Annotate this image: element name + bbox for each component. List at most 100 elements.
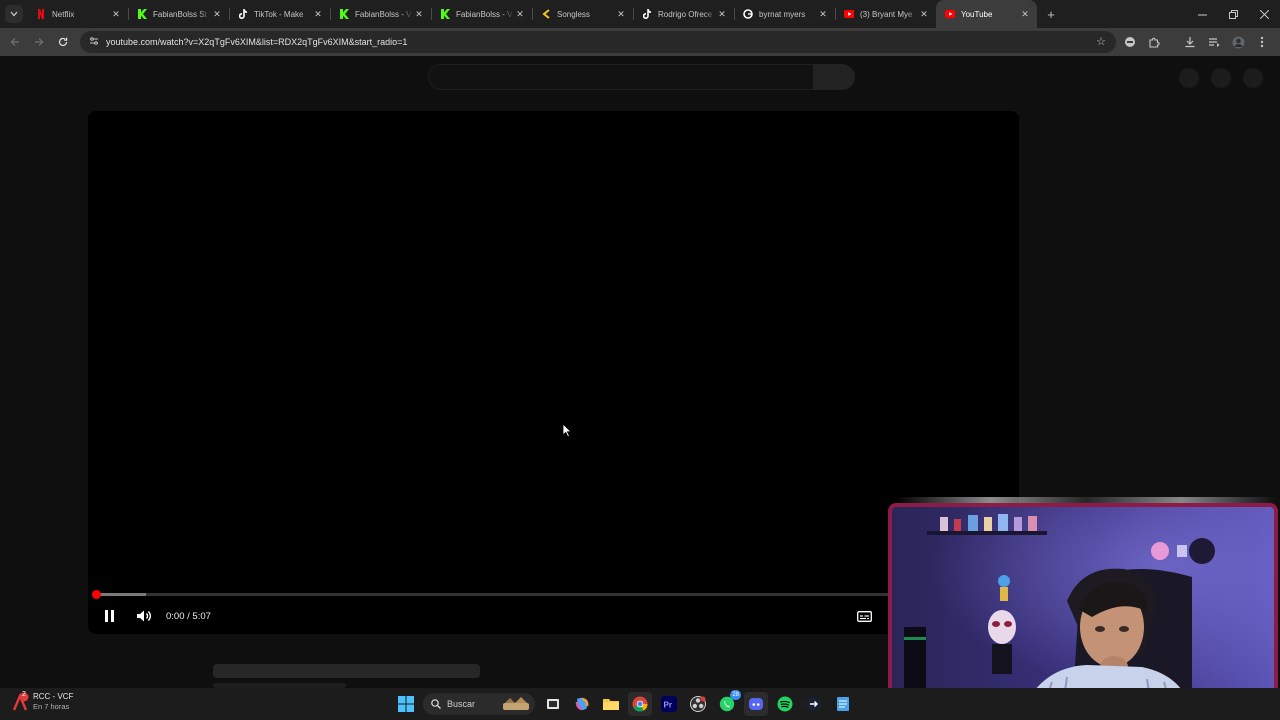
browser-tab[interactable]: (3) Bryant Mye ✕	[835, 0, 936, 28]
taskbar-search[interactable]: Buscar	[423, 693, 535, 715]
tab-close-icon[interactable]: ✕	[918, 9, 930, 20]
browser-tab[interactable]: Netflix ✕	[27, 0, 128, 28]
kick-icon	[339, 9, 349, 19]
taskbar-apps: Buscar Pr 28	[394, 690, 860, 716]
netflix-icon	[36, 9, 46, 19]
discord-icon[interactable]	[744, 692, 768, 716]
extensions-puzzle-icon[interactable]	[1142, 30, 1166, 54]
minimize-button[interactable]	[1187, 0, 1218, 28]
browser-menu-icon[interactable]	[1250, 30, 1274, 54]
new-tab-button[interactable]: +	[1039, 2, 1063, 26]
windows-taskbar: 2 RCC - VCF En 7 horas Buscar Pr 28	[0, 688, 1280, 720]
weather-title: RCC - VCF	[33, 692, 74, 701]
tab-close-icon[interactable]: ✕	[615, 9, 627, 20]
search-placeholder: Buscar	[447, 699, 476, 709]
tab-close-icon[interactable]: ✕	[817, 9, 829, 20]
browser-tab[interactable]: Songless ✕	[532, 0, 633, 28]
close-window-button[interactable]	[1249, 0, 1280, 28]
tiktok-icon	[238, 9, 248, 19]
windows-start-button[interactable]	[394, 692, 418, 716]
tab-title: FabianBolss St	[153, 9, 207, 19]
task-view-icon[interactable]	[541, 692, 565, 716]
tab-close-icon[interactable]: ✕	[514, 9, 526, 20]
webcam-feed-image	[892, 507, 1274, 711]
profile-avatar[interactable]	[1226, 30, 1250, 54]
mouse-cursor-icon	[562, 423, 572, 438]
extension-icon[interactable]	[1118, 30, 1142, 54]
browser-tab[interactable]: FabianBolss - V ✕	[431, 0, 532, 28]
back-button[interactable]	[3, 30, 27, 54]
download-icon[interactable]	[1178, 30, 1202, 54]
premiere-pro-icon[interactable]: Pr	[657, 692, 681, 716]
reload-icon	[58, 37, 68, 47]
progress-bar[interactable]	[96, 593, 1011, 596]
restore-icon	[1229, 9, 1238, 19]
time-display: 0:00 / 5:07	[166, 610, 211, 622]
window-controls	[1187, 0, 1280, 28]
youtube-search-input[interactable]	[428, 64, 814, 90]
tab-title: FabianBolss - V	[456, 9, 513, 19]
notifications-icon[interactable]	[1211, 68, 1231, 88]
title-skeleton	[213, 664, 480, 678]
subtitles-icon	[856, 610, 872, 622]
tab-title: (3) Bryant Mye	[860, 9, 913, 19]
youtube-icon	[945, 9, 955, 19]
browser-tab[interactable]: FabianBolss - V ✕	[330, 0, 431, 28]
media-queue-icon[interactable]	[1202, 30, 1226, 54]
reload-button[interactable]	[51, 30, 75, 54]
plus-icon: +	[1047, 6, 1055, 22]
tab-close-icon[interactable]: ✕	[413, 9, 425, 20]
browser-tab-strip: Netflix ✕ FabianBolss St ✕ TikTok - Make ✕ Fab…	[0, 0, 1280, 28]
app-arrow-icon[interactable]	[802, 692, 826, 716]
search-icon	[431, 699, 441, 709]
weather-subtitle: En 7 horas	[33, 702, 70, 711]
buffered-bar	[96, 593, 147, 596]
pause-button[interactable]	[96, 603, 122, 629]
minimize-icon	[1198, 14, 1207, 15]
site-info-icon[interactable]	[84, 36, 104, 48]
tab-close-icon[interactable]: ✕	[716, 9, 728, 20]
browser-tab[interactable]: Rodrigo Ofrece ✕	[633, 0, 734, 28]
create-icon[interactable]	[1179, 68, 1199, 88]
browser-tab[interactable]: FabianBolss St ✕	[128, 0, 229, 28]
tab-close-icon[interactable]: ✕	[211, 9, 223, 20]
spotify-icon[interactable]	[773, 692, 797, 716]
browser-tab[interactable]: TikTok - Make ✕	[229, 0, 330, 28]
tab-title: byrnat myers	[759, 9, 806, 19]
player-controls: 0:00 / 5:07	[88, 598, 1019, 634]
obs-studio-icon[interactable]	[686, 692, 710, 716]
chevron-down-icon	[10, 11, 18, 17]
url-text[interactable]: youtube.com/watch?v=X2qTgFv6XIM&list=RDX…	[106, 37, 407, 47]
volume-button[interactable]	[131, 603, 157, 629]
tab-title: Songless	[557, 9, 590, 19]
weather-alert-icon: 2	[10, 691, 30, 712]
account-avatar[interactable]	[1243, 68, 1263, 88]
tab-title: TikTok - Make	[254, 9, 304, 19]
copilot-icon[interactable]	[570, 692, 594, 716]
whatsapp-icon[interactable]: 28	[715, 690, 741, 716]
volume-icon	[137, 610, 151, 622]
search-highlight-icon	[503, 697, 529, 710]
tab-close-icon[interactable]: ✕	[1019, 9, 1031, 20]
video-player[interactable]: 0:00 / 5:07	[88, 111, 1019, 634]
tab-close-icon[interactable]: ✕	[312, 9, 324, 20]
file-explorer-icon[interactable]	[599, 692, 623, 716]
youtube-icon	[844, 9, 854, 19]
browser-toolbar: youtube.com/watch?v=X2qTgFv6XIM&list=RDX…	[0, 28, 1280, 56]
browser-tab[interactable]: YouTube ✕	[936, 0, 1037, 28]
chrome-icon[interactable]	[628, 692, 652, 716]
browser-tab[interactable]: byrnat myers ✕	[734, 0, 835, 28]
youtube-search-button[interactable]	[813, 64, 855, 90]
forward-button[interactable]	[27, 30, 51, 54]
kick-icon	[137, 9, 147, 19]
weather-widget[interactable]: 2 RCC - VCF En 7 horas	[10, 691, 74, 712]
bookmark-star-icon[interactable]: ☆	[1096, 35, 1106, 48]
subtitles-button[interactable]	[854, 606, 874, 626]
windows-logo-icon	[398, 696, 414, 712]
restore-button[interactable]	[1218, 0, 1249, 28]
tab-close-icon[interactable]: ✕	[110, 9, 122, 20]
close-icon	[1260, 9, 1269, 19]
address-bar[interactable]: youtube.com/watch?v=X2qTgFv6XIM&list=RDX…	[80, 31, 1116, 53]
notepad-icon[interactable]	[831, 692, 855, 716]
tab-search-button[interactable]	[5, 5, 23, 23]
